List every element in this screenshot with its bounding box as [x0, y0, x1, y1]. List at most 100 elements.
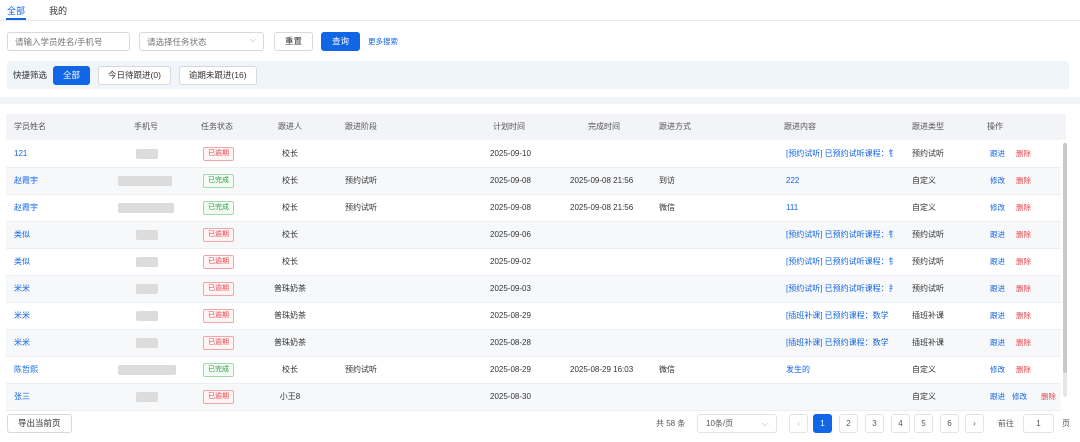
header-type: 跟进类型 [912, 122, 944, 131]
phone-redacted [136, 284, 158, 294]
plan-time-cell: 2025-09-02 [490, 257, 531, 266]
reset-button[interactable]: 重置 [274, 32, 314, 51]
stage-cell: 预约试听 [345, 203, 377, 212]
type-cell: 自定义 [912, 203, 936, 212]
table-row: 米米 已逾期 普珠奶茶 2025-08-29 [插班补课] 已预约课程：数学 插班补课 跟进… [6, 303, 1061, 330]
phone-redacted [136, 338, 158, 348]
prev-page-button[interactable]: ‹ [789, 414, 808, 433]
scrollbar-thumb[interactable] [1063, 143, 1067, 373]
method-cell: 到访 [659, 176, 675, 185]
follow-up-button[interactable]: 跟进 [990, 141, 1005, 167]
table-row: 陈哲熙 已完成 校长 预约试听 2025-08-29 2025-08-29 16:03 微信… [6, 357, 1061, 384]
plan-time-cell: 2025-09-03 [490, 284, 531, 293]
task-status-input[interactable] [139, 32, 264, 51]
type-cell: 预约试听 [912, 149, 944, 158]
delete-button[interactable]: 删除 [1016, 276, 1031, 302]
content-link[interactable]: 发生的 [786, 357, 904, 383]
status-badge: 已完成 [203, 201, 234, 215]
student-name-link[interactable]: 陈哲熙 [14, 357, 38, 383]
page-size-select[interactable]: 10条/页 ⌵ [697, 414, 777, 433]
next-page-button[interactable]: › [965, 414, 984, 433]
student-name-link[interactable]: 类似 [14, 222, 30, 248]
page-6-button[interactable]: 6 [940, 414, 959, 433]
finish-time-cell: 2025-09-08 21:56 [570, 203, 634, 212]
table-row: 米米 已逾期 普珠奶茶 2025-08-28 [插班补课] 已预约课程：数学 插班补课 跟进… [6, 330, 1061, 357]
tab-mine[interactable]: 我的 [49, 5, 67, 18]
follow-up-button[interactable]: 跟进 [990, 249, 1005, 275]
content-link[interactable]: 222 [786, 168, 904, 194]
view-tabs: 全部 我的 [7, 5, 67, 18]
edit-button[interactable]: 修改 [1012, 384, 1027, 410]
follow-up-button[interactable]: 跟进 [990, 384, 1005, 410]
student-name-link[interactable]: 米米 [14, 303, 30, 329]
quick-filter-all[interactable]: 全部 [53, 65, 91, 85]
student-name-link[interactable]: 121 [14, 141, 27, 167]
content-link[interactable]: [预约试听] 已预约试听课程：钅 [786, 222, 904, 248]
goto-page-input[interactable]: 1 [1023, 414, 1054, 433]
quick-filter-today[interactable]: 今日待跟进(0) [98, 65, 171, 85]
edit-button[interactable]: 修改 [990, 195, 1005, 221]
quick-filter-label: 快捷筛选 [13, 70, 48, 80]
content-link[interactable] [786, 384, 904, 410]
student-name-link[interactable]: 米米 [14, 276, 30, 302]
header-name: 学员姓名 [14, 122, 46, 131]
student-name-link[interactable]: 赵霞宇 [14, 168, 38, 194]
delete-button[interactable]: 删除 [1016, 141, 1031, 167]
owner-cell: 校长 [282, 257, 298, 266]
student-name-link[interactable]: 张三 [14, 384, 30, 410]
owner-cell: 校长 [282, 149, 298, 158]
owner-cell: 小王8 [279, 392, 301, 401]
follow-up-button[interactable]: 跟进 [990, 330, 1005, 356]
search-row: ⌵ 重置 查询 更多搜索 [7, 32, 398, 51]
export-page-button[interactable]: 导出当前页 [7, 414, 72, 433]
delete-button[interactable]: 删除 [1016, 168, 1031, 194]
phone-redacted [118, 203, 174, 213]
more-search-link[interactable]: 更多搜索 [368, 36, 398, 47]
page-2-button[interactable]: 2 [839, 414, 858, 433]
student-name-link[interactable]: 米米 [14, 330, 30, 356]
page-1-button[interactable]: 1 [813, 414, 832, 433]
edit-button[interactable]: 修改 [990, 168, 1005, 194]
task-status-select[interactable]: ⌵ [139, 32, 264, 51]
query-button[interactable]: 查询 [321, 32, 361, 51]
type-cell: 自定义 [912, 365, 936, 374]
student-name-link[interactable]: 类似 [14, 249, 30, 275]
header-stage: 跟进阶段 [345, 122, 377, 131]
page-3-button[interactable]: 3 [865, 414, 884, 433]
page-4-button[interactable]: 4 [891, 414, 910, 433]
plan-time-cell: 2025-09-10 [490, 149, 531, 158]
delete-button[interactable]: 删除 [1016, 222, 1031, 248]
follow-up-button[interactable]: 跟进 [990, 222, 1005, 248]
tab-all[interactable]: 全部 [7, 5, 25, 18]
delete-button[interactable]: 删除 [1016, 249, 1031, 275]
delete-button[interactable]: 删除 [1016, 195, 1031, 221]
stage-cell: 预约试听 [345, 365, 377, 374]
content-link[interactable]: [预约试听] 已预约试听课程：扌 [786, 276, 904, 302]
owner-cell: 校长 [282, 365, 298, 374]
delete-button[interactable]: 删除 [1041, 384, 1056, 410]
follow-up-button[interactable]: 跟进 [990, 303, 1005, 329]
header-plan: 计划时间 [493, 122, 525, 131]
content-link[interactable]: 111 [786, 195, 904, 221]
content-link[interactable]: [插班补课] 已预约课程：数学 [786, 330, 904, 356]
status-badge: 已完成 [203, 363, 234, 377]
quick-filter-overdue[interactable]: 逾期未跟进(16) [178, 65, 257, 85]
total-count: 共 58 条 [656, 419, 686, 428]
finish-time-cell: 2025-09-08 21:56 [570, 176, 634, 185]
content-link[interactable]: [预约试听] 已预约试听课程：钅 [786, 249, 904, 275]
content-link[interactable]: [插班补课] 已预约课程：数学 [786, 303, 904, 329]
delete-button[interactable]: 删除 [1016, 330, 1031, 356]
delete-button[interactable]: 删除 [1016, 357, 1031, 383]
edit-button[interactable]: 修改 [990, 357, 1005, 383]
student-name-link[interactable]: 赵霞宇 [14, 195, 38, 221]
header-content: 跟进内容 [784, 122, 816, 131]
page-size-value: 10条/页 [706, 419, 734, 428]
page-5-button[interactable]: 5 [914, 414, 933, 433]
follow-up-button[interactable]: 跟进 [990, 276, 1005, 302]
table-scrollbar[interactable] [1063, 143, 1067, 397]
delete-button[interactable]: 删除 [1016, 303, 1031, 329]
status-badge: 已逾期 [203, 255, 234, 269]
content-link[interactable]: [预约试听] 已预约试听课程：钅 [786, 141, 904, 167]
student-search-input[interactable] [7, 32, 130, 51]
method-cell: 微信 [659, 203, 675, 212]
